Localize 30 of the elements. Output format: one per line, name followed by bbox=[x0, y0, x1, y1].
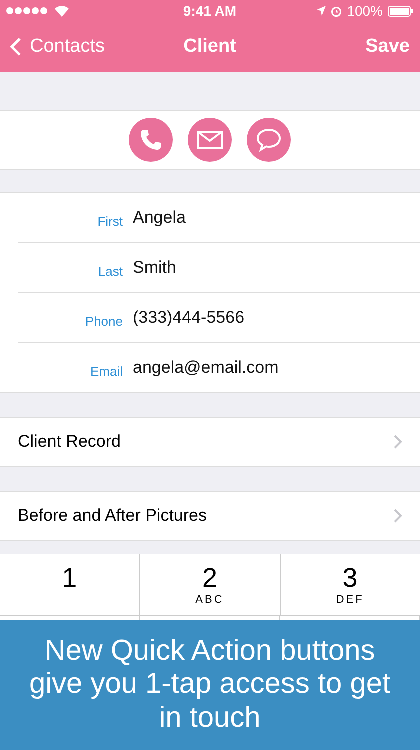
list-item[interactable]: Before and After Pictures bbox=[0, 491, 420, 541]
wifi-icon bbox=[55, 6, 69, 16]
nav-title: Client bbox=[184, 36, 236, 58]
keypad-key[interactable]: 1 bbox=[0, 554, 140, 616]
field-label: Email bbox=[89, 363, 123, 379]
field-label: Last bbox=[97, 263, 123, 279]
location-icon bbox=[317, 6, 326, 16]
chevron-left-icon bbox=[10, 37, 22, 57]
input-field[interactable]: Smith bbox=[133, 258, 373, 278]
signal-icon bbox=[6, 7, 50, 15]
list-item[interactable]: Client Record bbox=[0, 417, 420, 467]
field-label: Phone bbox=[84, 313, 123, 329]
call-button[interactable] bbox=[129, 118, 173, 162]
envelope-icon bbox=[197, 131, 223, 149]
speech-bubble-icon bbox=[256, 128, 282, 152]
battery-icon bbox=[388, 6, 414, 16]
status-time: 9:41 AM bbox=[183, 3, 237, 19]
alarm-icon bbox=[331, 6, 342, 16]
input-field[interactable]: angela@email.com bbox=[133, 358, 373, 378]
message-button[interactable] bbox=[247, 118, 291, 162]
keypad-key[interactable]: 2 ABC bbox=[140, 554, 281, 616]
promo-banner: New Quick Action buttons give you 1-tap access to get in touch bbox=[0, 620, 420, 750]
phone-icon bbox=[139, 128, 163, 152]
input-field[interactable]: Angela bbox=[133, 208, 373, 228]
field-label: First bbox=[96, 213, 123, 229]
chevron-right-icon bbox=[394, 509, 402, 523]
battery-percent: 100% bbox=[347, 3, 383, 19]
input-field[interactable]: (333)444-5566 bbox=[133, 308, 373, 328]
chevron-right-icon bbox=[394, 435, 402, 449]
email-button[interactable] bbox=[188, 118, 232, 162]
